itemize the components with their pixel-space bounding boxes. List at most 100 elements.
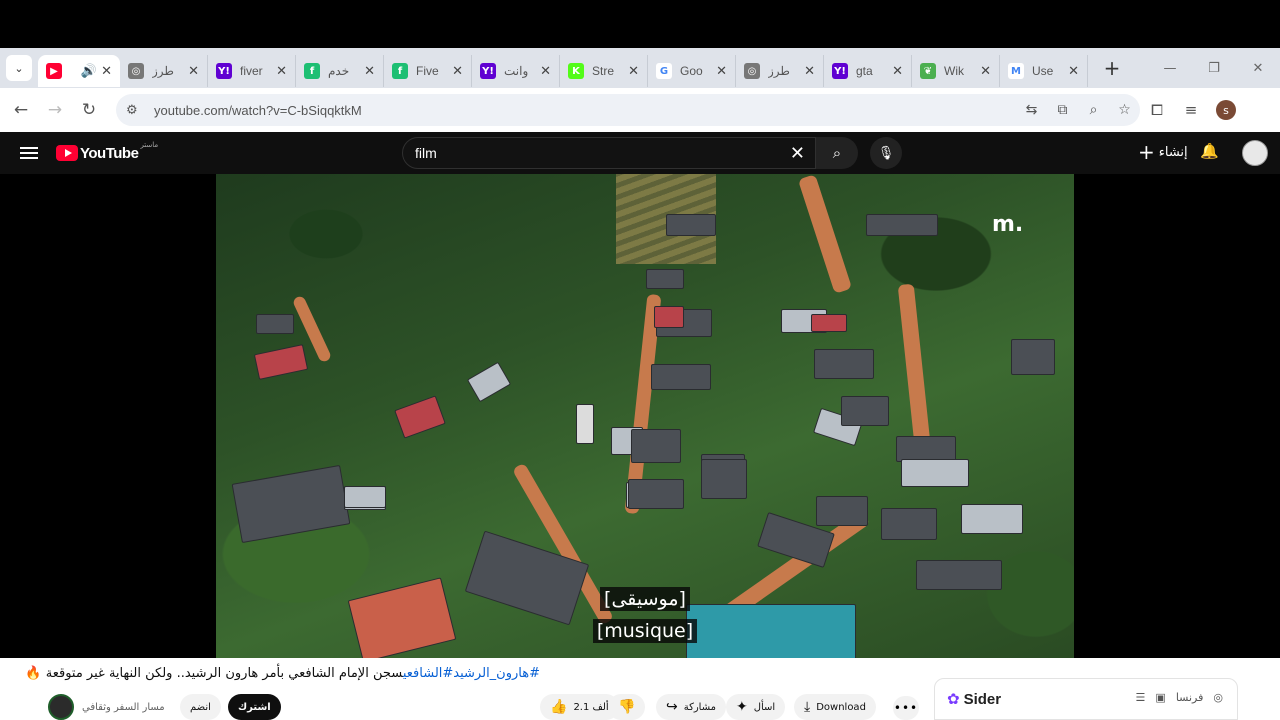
download-label: Download <box>816 701 866 713</box>
extensions-icon[interactable]: ⧠ <box>1140 101 1174 119</box>
browser-tab[interactable]: Y! fiver ✕ <box>208 55 296 87</box>
youtube-play-icon <box>56 145 78 161</box>
sider-controls: ☰ ▣ فرنسا ◎ <box>1136 691 1223 704</box>
browser-tab[interactable]: f خدم ✕ <box>296 55 384 87</box>
tab-title: طرز <box>152 64 174 78</box>
sider-language[interactable]: فرنسا <box>1176 691 1204 704</box>
youtube-logo[interactable]: YouTube ماستر <box>56 141 158 162</box>
browser-tab[interactable]: ◎ طرز ✕ <box>120 55 208 87</box>
browser-tab[interactable]: Y! وانت ✕ <box>472 55 560 87</box>
account-avatar[interactable] <box>1242 140 1268 166</box>
search-button[interactable]: ⌕ <box>816 137 858 169</box>
ask-button[interactable]: ✦ اسأل <box>726 694 786 720</box>
tab-close-icon[interactable]: ✕ <box>628 64 639 79</box>
video-player[interactable]: m. [موسيقى] [musique] <box>0 174 1280 658</box>
search-box[interactable]: film ✕ <box>402 137 816 169</box>
tab-close-icon[interactable]: ✕ <box>452 64 463 79</box>
list-icon[interactable]: ☰ <box>1136 691 1146 704</box>
house-roof <box>466 361 512 403</box>
house-roof <box>253 344 309 380</box>
house-roof <box>628 479 684 509</box>
tab-title: Use <box>1032 64 1054 78</box>
more-actions-icon[interactable]: ••• <box>893 696 919 720</box>
sider-name: Sider <box>963 690 1002 708</box>
profile-avatar[interactable]: s <box>1216 100 1236 120</box>
site-info-icon[interactable]: ⚙ <box>126 103 146 118</box>
sider-panel[interactable]: ✿ Sider ☰ ▣ فرنسا ◎ <box>934 678 1238 720</box>
country-code: ماستر <box>140 140 159 149</box>
yahoo-icon: Y! <box>480 63 496 79</box>
browser-tab[interactable]: f Five ✕ <box>384 55 472 87</box>
search-input[interactable]: film <box>415 145 790 161</box>
tab-title: Five <box>416 64 439 78</box>
browser-tab[interactable]: ◎ طرز ✕ <box>736 55 824 87</box>
tab-close-icon[interactable]: ✕ <box>716 64 727 79</box>
house-roof <box>881 508 937 540</box>
tab-close-icon[interactable]: ✕ <box>540 64 551 79</box>
tab-audio-icon[interactable]: 🔊 <box>81 64 97 79</box>
tab-close-icon[interactable]: ✕ <box>276 64 287 79</box>
bookmark-star-icon[interactable]: ☆ <box>1109 102 1140 118</box>
voice-search-icon[interactable]: 🎙 <box>870 137 902 169</box>
video-title-text: سجن الإمام الشافعي بأمر هارون الرشيد.. و… <box>25 666 403 681</box>
channel-avatar[interactable] <box>48 694 74 720</box>
house-roof <box>1011 339 1055 375</box>
tab-close-icon[interactable]: ✕ <box>1068 64 1079 79</box>
url-text[interactable]: youtube.com/watch?v=C-bSiqqktkM <box>154 103 1016 118</box>
tab-close-icon[interactable]: ✕ <box>804 64 815 79</box>
omnibox[interactable]: ⚙ youtube.com/watch?v=C-bSiqqktkM ⇆ ⧉ ⌕ … <box>116 94 1140 126</box>
tab-close-icon[interactable]: ✕ <box>892 64 903 79</box>
house-roof <box>646 269 684 289</box>
download-button[interactable]: ⤓ Download <box>794 694 876 720</box>
minimize-icon[interactable]: — <box>1148 61 1192 76</box>
restore-icon[interactable]: ❐ <box>1192 61 1236 76</box>
channel-info[interactable]: مسار السفر وثقافي <box>48 694 165 720</box>
tab-close-icon[interactable]: ✕ <box>364 64 375 79</box>
new-tab-button[interactable]: + <box>1100 56 1124 80</box>
media-controls-icon[interactable]: ≡ <box>1174 101 1208 119</box>
browser-tab[interactable]: G Goo ✕ <box>648 55 736 87</box>
subtitle-line-2: [musique] <box>216 619 1074 643</box>
dirt-road <box>897 283 931 445</box>
browser-tab[interactable]: M Use ✕ <box>1000 55 1088 87</box>
clear-search-icon[interactable]: ✕ <box>790 143 805 164</box>
house-roof <box>344 486 386 508</box>
download-icon: ⤓ <box>804 699 811 715</box>
browser-tab[interactable]: ❦ Wik ✕ <box>912 55 1000 87</box>
share-button[interactable]: ↪ مشاركة <box>656 694 727 720</box>
like-button[interactable]: 👍 2.1 ألف <box>540 694 619 720</box>
like-count: 2.1 ألف <box>573 701 609 713</box>
channel-name[interactable]: مسار السفر وثقافي <box>82 702 165 713</box>
install-app-icon[interactable]: ⧉ <box>1047 102 1078 118</box>
join-button[interactable]: انضم <box>180 694 221 720</box>
house-roof <box>841 396 889 426</box>
thumbs-up-icon: 👍 <box>550 699 568 715</box>
zoom-icon[interactable]: ⌕ <box>1078 102 1109 118</box>
create-button[interactable]: + إنشاء <box>1138 142 1188 162</box>
google-icon: G <box>656 63 672 79</box>
reload-icon[interactable]: ↻ <box>72 100 106 120</box>
dislike-button[interactable]: 👎 <box>608 694 646 720</box>
video-frame[interactable]: m. [موسيقى] [musique] <box>216 174 1074 658</box>
menu-icon[interactable] <box>20 147 38 159</box>
back-icon[interactable]: ← <box>4 100 38 120</box>
channel-watermark: m. <box>992 212 1024 237</box>
fiverr-icon: f <box>304 63 320 79</box>
browser-tab[interactable]: K Stre ✕ <box>560 55 648 87</box>
translate-box-icon[interactable]: ▣ <box>1155 691 1165 704</box>
settings-icon[interactable]: ◎ <box>1213 691 1223 704</box>
subscribe-button[interactable]: اشترك <box>228 694 281 720</box>
browser-tab[interactable]: ▶ 🔊 ✕ <box>38 55 120 87</box>
notifications-bell-icon[interactable]: 🔔 <box>1200 142 1219 160</box>
tab-search-button[interactable]: ⌄ <box>6 55 32 81</box>
tab-close-icon[interactable]: ✕ <box>101 64 112 79</box>
tab-close-icon[interactable]: ✕ <box>188 64 199 79</box>
translate-icon[interactable]: ⇆ <box>1016 102 1047 118</box>
browser-tab[interactable]: Y! gta ✕ <box>824 55 912 87</box>
tab-bar: ⌄ ▶ 🔊 ✕ ◎ طرز ✕ Y! fiver ✕ f خدم ✕ f Five ✕ Y! وانت ✕ K Str… <box>0 48 1280 88</box>
close-window-icon[interactable]: ✕ <box>1236 61 1280 76</box>
forward-icon[interactable]: → <box>38 100 72 120</box>
house-roof <box>816 496 868 526</box>
video-hashtags[interactable]: #هارون_الرشيد#الشافعي <box>403 666 540 681</box>
tab-close-icon[interactable]: ✕ <box>980 64 991 79</box>
